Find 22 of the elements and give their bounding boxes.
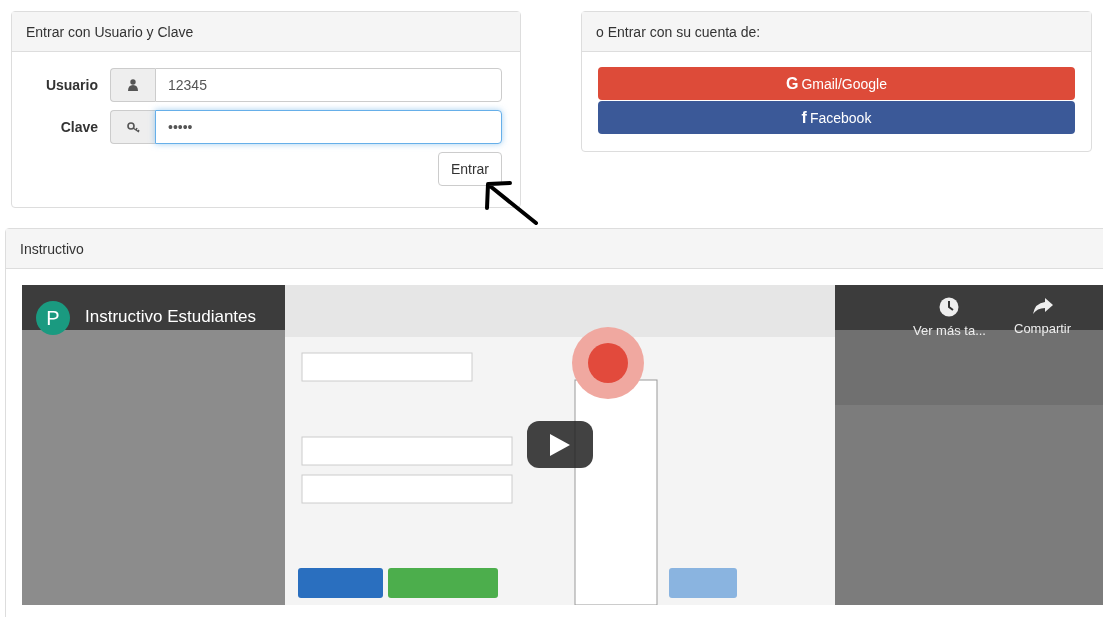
play-button[interactable] [527, 421, 593, 468]
key-icon [126, 121, 140, 133]
letter-f-icon: f [801, 108, 807, 127]
field-label: Clave [60, 119, 98, 135]
letter-g-icon: G [785, 74, 799, 93]
clock-icon [939, 297, 960, 317]
play-icon [550, 433, 570, 456]
video-title[interactable]: Instructivo Estudiantes [85, 307, 257, 327]
share-icon [1032, 297, 1053, 315]
user-icon [128, 79, 138, 91]
arrow-drawing [482, 178, 540, 226]
submit-button[interactable]: Entrar [437, 152, 502, 186]
input-field[interactable]: 12345 [155, 68, 502, 102]
input-field[interactable]: ••••• [155, 110, 502, 144]
panel-title: Instructivo [6, 229, 1103, 269]
share-button[interactable]: Compartir [1014, 297, 1072, 336]
watch-later-button[interactable]: Ver más ta... [913, 297, 986, 338]
google-login-button[interactable]: G Gmail/Google [598, 67, 1075, 100]
panel-title: Entrar con Usuario y Clave [12, 12, 520, 52]
panel-title: o Entrar con su cuenta de: [582, 12, 1091, 52]
field-label: Usuario [45, 77, 98, 93]
facebook-login-button[interactable]: f Facebook [598, 101, 1075, 134]
